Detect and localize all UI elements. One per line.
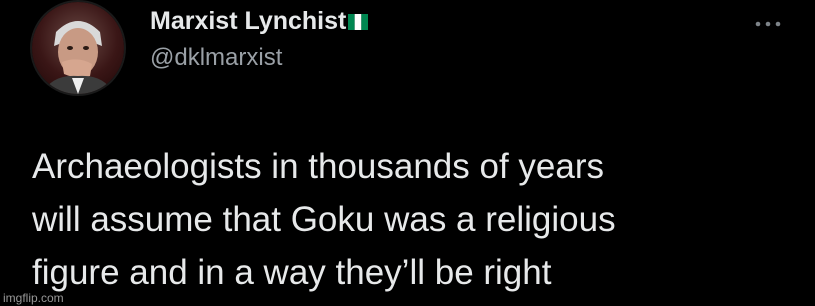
author-handle[interactable]: @dklmarxist: [150, 44, 282, 72]
more-options-icon[interactable]: [748, 14, 788, 34]
tweet-text-line: Archaeologists in thousands of years: [32, 147, 604, 186]
tweet-text: Archaeologists in thousands of years wil…: [32, 140, 792, 299]
author-name-row[interactable]: Marxist Lynchist: [150, 6, 369, 36]
tweet-text-line: will assume that Goku was a religious: [32, 200, 616, 239]
tweet-card: Marxist Lynchist @dklmarxist Archaeologi…: [0, 0, 815, 306]
tweet-text-line: figure and in a way they’ll be right: [32, 253, 552, 292]
profile-avatar[interactable]: [32, 2, 124, 94]
author-display-name[interactable]: Marxist Lynchist: [150, 7, 346, 35]
avatar-photo-icon: [42, 21, 114, 94]
nigeria-flag-icon: [348, 14, 369, 30]
imgflip-watermark: imgflip.com: [3, 291, 64, 305]
